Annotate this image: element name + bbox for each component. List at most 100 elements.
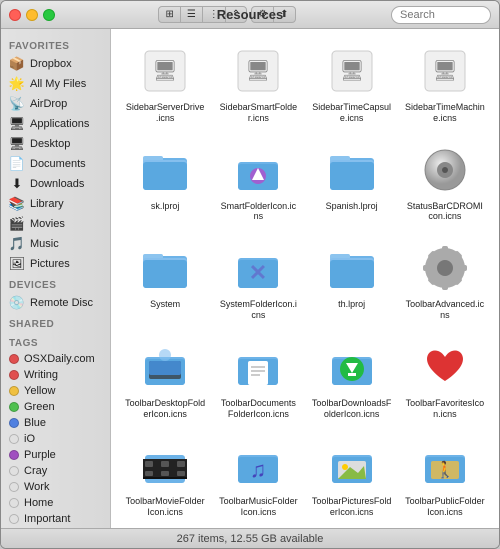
sidebar-item-dropbox[interactable]: 📦 Dropbox	[1, 54, 110, 74]
shared-label: SHARED	[1, 313, 110, 332]
file-item[interactable]: 🖥 SidebarServerDrive.icns	[121, 39, 209, 128]
devices-label: DEVICES	[1, 274, 110, 293]
sidebar-item-tag[interactable]: Work	[1, 479, 110, 495]
tag-label: Purple	[24, 449, 56, 461]
movies-icon: 🎬	[9, 216, 25, 232]
sidebar-item-music[interactable]: 🎵 Music	[1, 234, 110, 254]
file-item[interactable]: ♫ ToolbarMusicFolderIcon.icns	[214, 433, 302, 522]
file-name: ToolbarPicturesFolderIcon.icns	[312, 496, 392, 518]
sidebar-item-remote-disc[interactable]: 💿 Remote Disc	[1, 293, 110, 313]
file-item[interactable]: SmartFolderIcon.icns	[214, 138, 302, 227]
sidebar-item-movies[interactable]: 🎬 Movies	[1, 214, 110, 234]
file-icon	[417, 142, 473, 198]
tag-dot-icon	[9, 354, 19, 364]
sidebar-item-tag[interactable]: Writing	[1, 367, 110, 383]
sidebar-item-tag[interactable]: Purple	[1, 447, 110, 463]
file-item[interactable]: 🖥 SidebarTimeCapsule.icns	[308, 39, 396, 128]
applications-icon: 🖥	[9, 116, 25, 132]
tag-dot-icon	[9, 482, 19, 492]
file-name: ToolbarDesktopFolderIcon.icns	[125, 398, 205, 420]
file-item[interactable]: ToolbarFavoritesIcon.icns	[401, 335, 489, 424]
tag-label: Green	[24, 401, 55, 413]
sidebar-item-tag[interactable]: Home	[1, 495, 110, 511]
file-item[interactable]: 🖥 SidebarSmartFolder.icns	[214, 39, 302, 128]
file-item[interactable]: ToolbarMovieFolderIcon.icns	[121, 433, 209, 522]
sidebar-item-tag[interactable]: Green	[1, 399, 110, 415]
file-item[interactable]: ToolbarDocumentsFolderIcon.icns	[214, 335, 302, 424]
library-icon: 📚	[9, 196, 25, 212]
file-icon: 🖥	[137, 43, 193, 99]
sidebar-item-tag[interactable]: Cray	[1, 463, 110, 479]
sidebar-item-all-my-files[interactable]: 🌟 All My Files	[1, 74, 110, 94]
music-icon: 🎵	[9, 236, 25, 252]
sidebar-item-tag[interactable]: iO	[1, 431, 110, 447]
tag-dot-icon	[9, 514, 19, 524]
file-grid-container: 🖥 SidebarServerDrive.icns 🖥 SidebarSmart…	[111, 29, 499, 528]
search-input[interactable]	[391, 6, 491, 24]
airdrop-icon: 📡	[9, 96, 25, 112]
file-icon	[137, 339, 193, 395]
file-name: SmartFolderIcon.icns	[218, 201, 298, 223]
tag-label: Cray	[24, 465, 47, 477]
file-item[interactable]: ToolbarAdvanced.icns	[401, 236, 489, 325]
maximize-button[interactable]	[43, 9, 55, 21]
file-name: System	[150, 299, 180, 310]
svg-text:🖥: 🖥	[246, 60, 271, 82]
file-name: SidebarSmartFolder.icns	[218, 102, 298, 124]
file-icon	[324, 339, 380, 395]
dropbox-icon: 📦	[9, 56, 25, 72]
file-item[interactable]: 🚶 ToolbarPublicFolderIcon.icns	[401, 433, 489, 522]
file-item[interactable]: th.lproj	[308, 236, 396, 325]
sidebar-item-tag[interactable]: Blue	[1, 415, 110, 431]
svg-text:🖥: 🖥	[152, 60, 177, 82]
tag-dot-icon	[9, 498, 19, 508]
titlebar: ⊞ ☰ ⋮ ⌃ ⚙ ⬆ Resources	[1, 1, 499, 29]
sidebar-item-airdrop[interactable]: 📡 AirDrop	[1, 94, 110, 114]
sidebar-item-downloads[interactable]: ⬇ Downloads	[1, 174, 110, 194]
icon-view-btn[interactable]: ⊞	[159, 7, 180, 22]
file-item[interactable]: Spanish.lproj	[308, 138, 396, 227]
sidebar-item-library[interactable]: 📚 Library	[1, 194, 110, 214]
file-item[interactable]: sk.lproj	[121, 138, 209, 227]
close-button[interactable]	[9, 9, 21, 21]
svg-text:🖥: 🖥	[339, 60, 364, 82]
file-name: ToolbarMovieFolderIcon.icns	[125, 496, 205, 518]
sidebar-item-tag[interactable]: OSXDaily.com	[1, 351, 110, 367]
finder-window: ⊞ ☰ ⋮ ⌃ ⚙ ⬆ Resources FAVORITES 📦 Dropbo…	[0, 0, 500, 549]
sidebar-item-documents[interactable]: 📄 Documents	[1, 154, 110, 174]
tag-dot-icon	[9, 386, 19, 396]
file-icon: 🖥	[324, 43, 380, 99]
file-name: ToolbarDocumentsFolderIcon.icns	[218, 398, 298, 420]
file-item[interactable]: System	[121, 236, 209, 325]
tag-dot-icon	[9, 402, 19, 412]
file-name: ToolbarAdvanced.icns	[405, 299, 485, 321]
sidebar-item-pictures[interactable]: 🖼 Pictures	[1, 254, 110, 274]
sidebar: FAVORITES 📦 Dropbox 🌟 All My Files 📡 Air…	[1, 29, 111, 528]
minimize-button[interactable]	[26, 9, 38, 21]
file-item[interactable]: ToolbarPicturesFolderIcon.icns	[308, 433, 396, 522]
desktop-icon: 🖥	[9, 136, 25, 152]
sidebar-item-desktop[interactable]: 🖥 Desktop	[1, 134, 110, 154]
sidebar-item-applications[interactable]: 🖥 Applications	[1, 114, 110, 134]
file-name: ToolbarDownloadsFolderIcon.icns	[312, 398, 392, 420]
file-icon	[230, 339, 286, 395]
svg-text:🖥: 🖥	[432, 60, 457, 82]
file-item[interactable]: ToolbarDownloadsFolderIcon.icns	[308, 335, 396, 424]
window-title: Resources	[217, 7, 283, 22]
file-item[interactable]: StatusBarCDROMIcon.icns	[401, 138, 489, 227]
file-name: Spanish.lproj	[326, 201, 378, 212]
file-name: ToolbarMusicFolderIcon.icns	[218, 496, 298, 518]
list-view-btn[interactable]: ☰	[181, 7, 203, 22]
file-item[interactable]: 🖥 SidebarTimeMachine.icns	[401, 39, 489, 128]
file-name: th.lproj	[338, 299, 365, 310]
file-icon	[137, 437, 193, 493]
tag-dot-icon	[9, 434, 19, 444]
file-icon	[230, 142, 286, 198]
file-item[interactable]: ✕ SystemFolderIcon.icns	[214, 236, 302, 325]
tag-label: iO	[24, 433, 35, 445]
sidebar-item-tag[interactable]: Important	[1, 511, 110, 527]
tag-label: Writing	[24, 369, 58, 381]
sidebar-item-tag[interactable]: Yellow	[1, 383, 110, 399]
file-icon: 🚶	[417, 437, 473, 493]
file-item[interactable]: ToolbarDesktopFolderIcon.icns	[121, 335, 209, 424]
